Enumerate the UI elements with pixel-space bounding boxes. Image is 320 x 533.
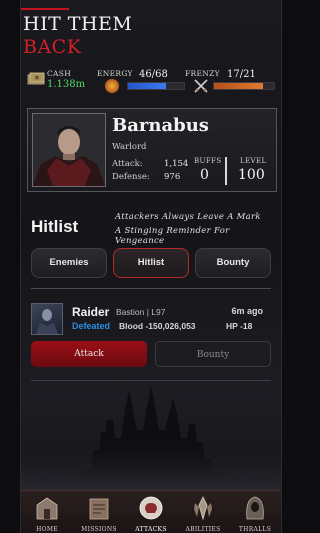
- energy-bar: [127, 82, 185, 90]
- buffs-label: BUFFS: [194, 157, 222, 165]
- hero-name: Barnabus: [112, 115, 209, 136]
- nav-missions[interactable]: MISSIONS: [73, 491, 125, 533]
- hitlist-tabs: Enemies Hitlist Bounty: [29, 248, 273, 278]
- hitlist-tagline-line1: Attackers Always Leave A Mark: [115, 212, 261, 222]
- home-icon: [36, 497, 58, 520]
- hero-portrait-art: [33, 114, 105, 186]
- energy-icon: [105, 79, 119, 93]
- buffs-value: 0: [200, 167, 209, 183]
- hitlist-tagline-line2: A Stinging Reminder For Vengeance: [115, 226, 230, 246]
- nav-abilities[interactable]: ABILITIES: [177, 491, 229, 533]
- frenzy-label: FRENZY: [185, 69, 220, 78]
- level-value: 100: [238, 167, 265, 183]
- tab-enemies[interactable]: Enemies: [31, 248, 107, 278]
- energy-bar-fill: [128, 83, 167, 89]
- bounty-button[interactable]: Bounty: [155, 341, 271, 367]
- level-label: LEVEL: [240, 157, 267, 165]
- raider-name[interactable]: Raider: [72, 305, 109, 319]
- abilities-icon: [194, 496, 212, 521]
- energy-value: 46/68: [139, 69, 168, 80]
- castle-background-art: [21, 386, 281, 492]
- attack-label: Attack:: [112, 159, 143, 169]
- tab-bounty[interactable]: Bounty: [195, 248, 271, 278]
- raider-timestamp: 6m ago: [231, 306, 263, 316]
- attack-button[interactable]: Attack: [31, 341, 147, 367]
- raider-clan-level: Bastion | L97: [116, 307, 166, 317]
- raider-hp: HP -18: [226, 321, 253, 331]
- nav-abilities-label: ABILITIES: [185, 526, 221, 533]
- hitlist-title: Hitlist: [31, 217, 79, 236]
- energy-label: ENERGY: [97, 69, 133, 78]
- promo-title-line2: BACK: [23, 36, 82, 58]
- bottom-nav: HOME MISSIONS ATTACKS ABILITIES THRALLS: [21, 490, 281, 533]
- raider-blood: Blood -150,026,053: [119, 321, 196, 331]
- nav-thralls[interactable]: THRALLS: [229, 491, 281, 533]
- profile-card[interactable]: Barnabus Warlord Attack: 1,154 Defense: …: [27, 108, 277, 192]
- stats-bar: CASH 1.138m ENERGY 46/68 FRENZY 17/21: [21, 66, 281, 100]
- missions-icon: [89, 498, 109, 520]
- cash-icon: [27, 72, 45, 85]
- frenzy-value: 17/21: [227, 69, 256, 80]
- promo-title-line1: HIT THEM: [23, 13, 133, 35]
- nav-home[interactable]: HOME: [21, 491, 73, 533]
- crossed-swords-icon: [194, 79, 208, 93]
- promo-title: HIT THEM BACK: [23, 13, 132, 59]
- thralls-icon: [246, 496, 264, 520]
- card-divider: [225, 157, 227, 185]
- raider-avatar: [31, 303, 63, 335]
- frenzy-bar-fill: [214, 83, 263, 89]
- divider: [31, 288, 271, 289]
- hero-portrait: [32, 113, 106, 187]
- cash-label: CASH: [47, 69, 72, 78]
- nav-attacks[interactable]: ATTACKS: [125, 491, 177, 533]
- raider-avatar-art: [36, 309, 58, 334]
- attack-value: 1,154: [164, 159, 189, 169]
- hero-class: Warlord: [112, 142, 147, 152]
- attacks-icon: [139, 496, 163, 520]
- nav-missions-label: MISSIONS: [81, 526, 117, 533]
- defense-value: 976: [164, 172, 181, 182]
- nav-attacks-label: ATTACKS: [135, 526, 167, 533]
- frenzy-bar: [213, 82, 275, 90]
- nav-thralls-label: THRALLS: [238, 526, 272, 533]
- app-frame: HIT THEM BACK CASH 1.138m ENERGY 46/68 F…: [20, 0, 282, 533]
- raider-status: Defeated: [72, 321, 111, 331]
- nav-home-label: HOME: [36, 526, 58, 533]
- promo-accent-bar: [21, 8, 69, 10]
- defense-label: Defense:: [112, 172, 150, 182]
- cash-value: 1.138m: [47, 79, 86, 90]
- hitlist-entry[interactable]: Raider Bastion | L97 6m ago Defeated Blo…: [31, 300, 271, 336]
- tab-hitlist[interactable]: Hitlist: [113, 248, 189, 278]
